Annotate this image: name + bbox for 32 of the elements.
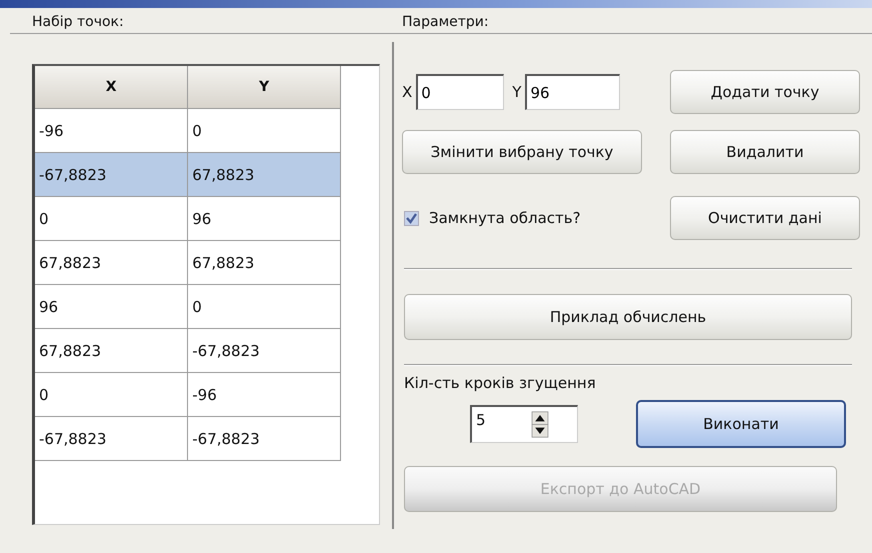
column-header[interactable]: Y [188, 66, 340, 108]
table-cell[interactable]: 96 [188, 196, 340, 240]
column-header[interactable]: X [35, 66, 188, 108]
checkbox-label: Замкнута область? [429, 209, 581, 227]
group-title: Параметри: [402, 14, 489, 30]
table-cell[interactable]: 0 [35, 372, 188, 416]
x-field[interactable]: 0 [416, 74, 504, 110]
table-cell[interactable]: 67,8823 [35, 328, 188, 372]
add-point-button[interactable]: Додати точку [670, 70, 860, 114]
checkbox[interactable] [404, 210, 419, 226]
run-button[interactable]: Виконати [636, 400, 846, 448]
table-cell[interactable]: 67,8823 [188, 152, 340, 196]
table-cell[interactable]: 0 [188, 284, 340, 328]
clear-data-button[interactable]: Очистити дані [670, 196, 860, 240]
group-title: Набір точок: [32, 14, 124, 30]
table-cell[interactable]: 96 [35, 284, 188, 328]
edit-point-button[interactable]: Змінити вибрану точку [402, 130, 642, 174]
table-cell[interactable]: -67,8823 [35, 152, 188, 196]
table-cell[interactable]: -67,8823 [188, 416, 340, 460]
delete-button[interactable]: Видалити [670, 130, 860, 174]
table-cell[interactable]: 0 [35, 196, 188, 240]
table-cell[interactable]: -96 [188, 372, 340, 416]
y-field[interactable]: 96 [525, 74, 620, 110]
steps-label: Кіл-сть кроків згущення [404, 374, 597, 392]
table-cell[interactable]: 67,8823 [35, 240, 188, 284]
x-label: X [402, 83, 412, 101]
example-button[interactable]: Приклад обчислень [404, 294, 852, 340]
table-cell[interactable]: 67,8823 [188, 240, 340, 284]
steps-spinner[interactable]: 5 [470, 405, 578, 443]
table-cell[interactable]: -67,8823 [188, 328, 340, 372]
y-label: Y [512, 83, 522, 101]
table-cell[interactable]: -67,8823 [35, 416, 188, 460]
